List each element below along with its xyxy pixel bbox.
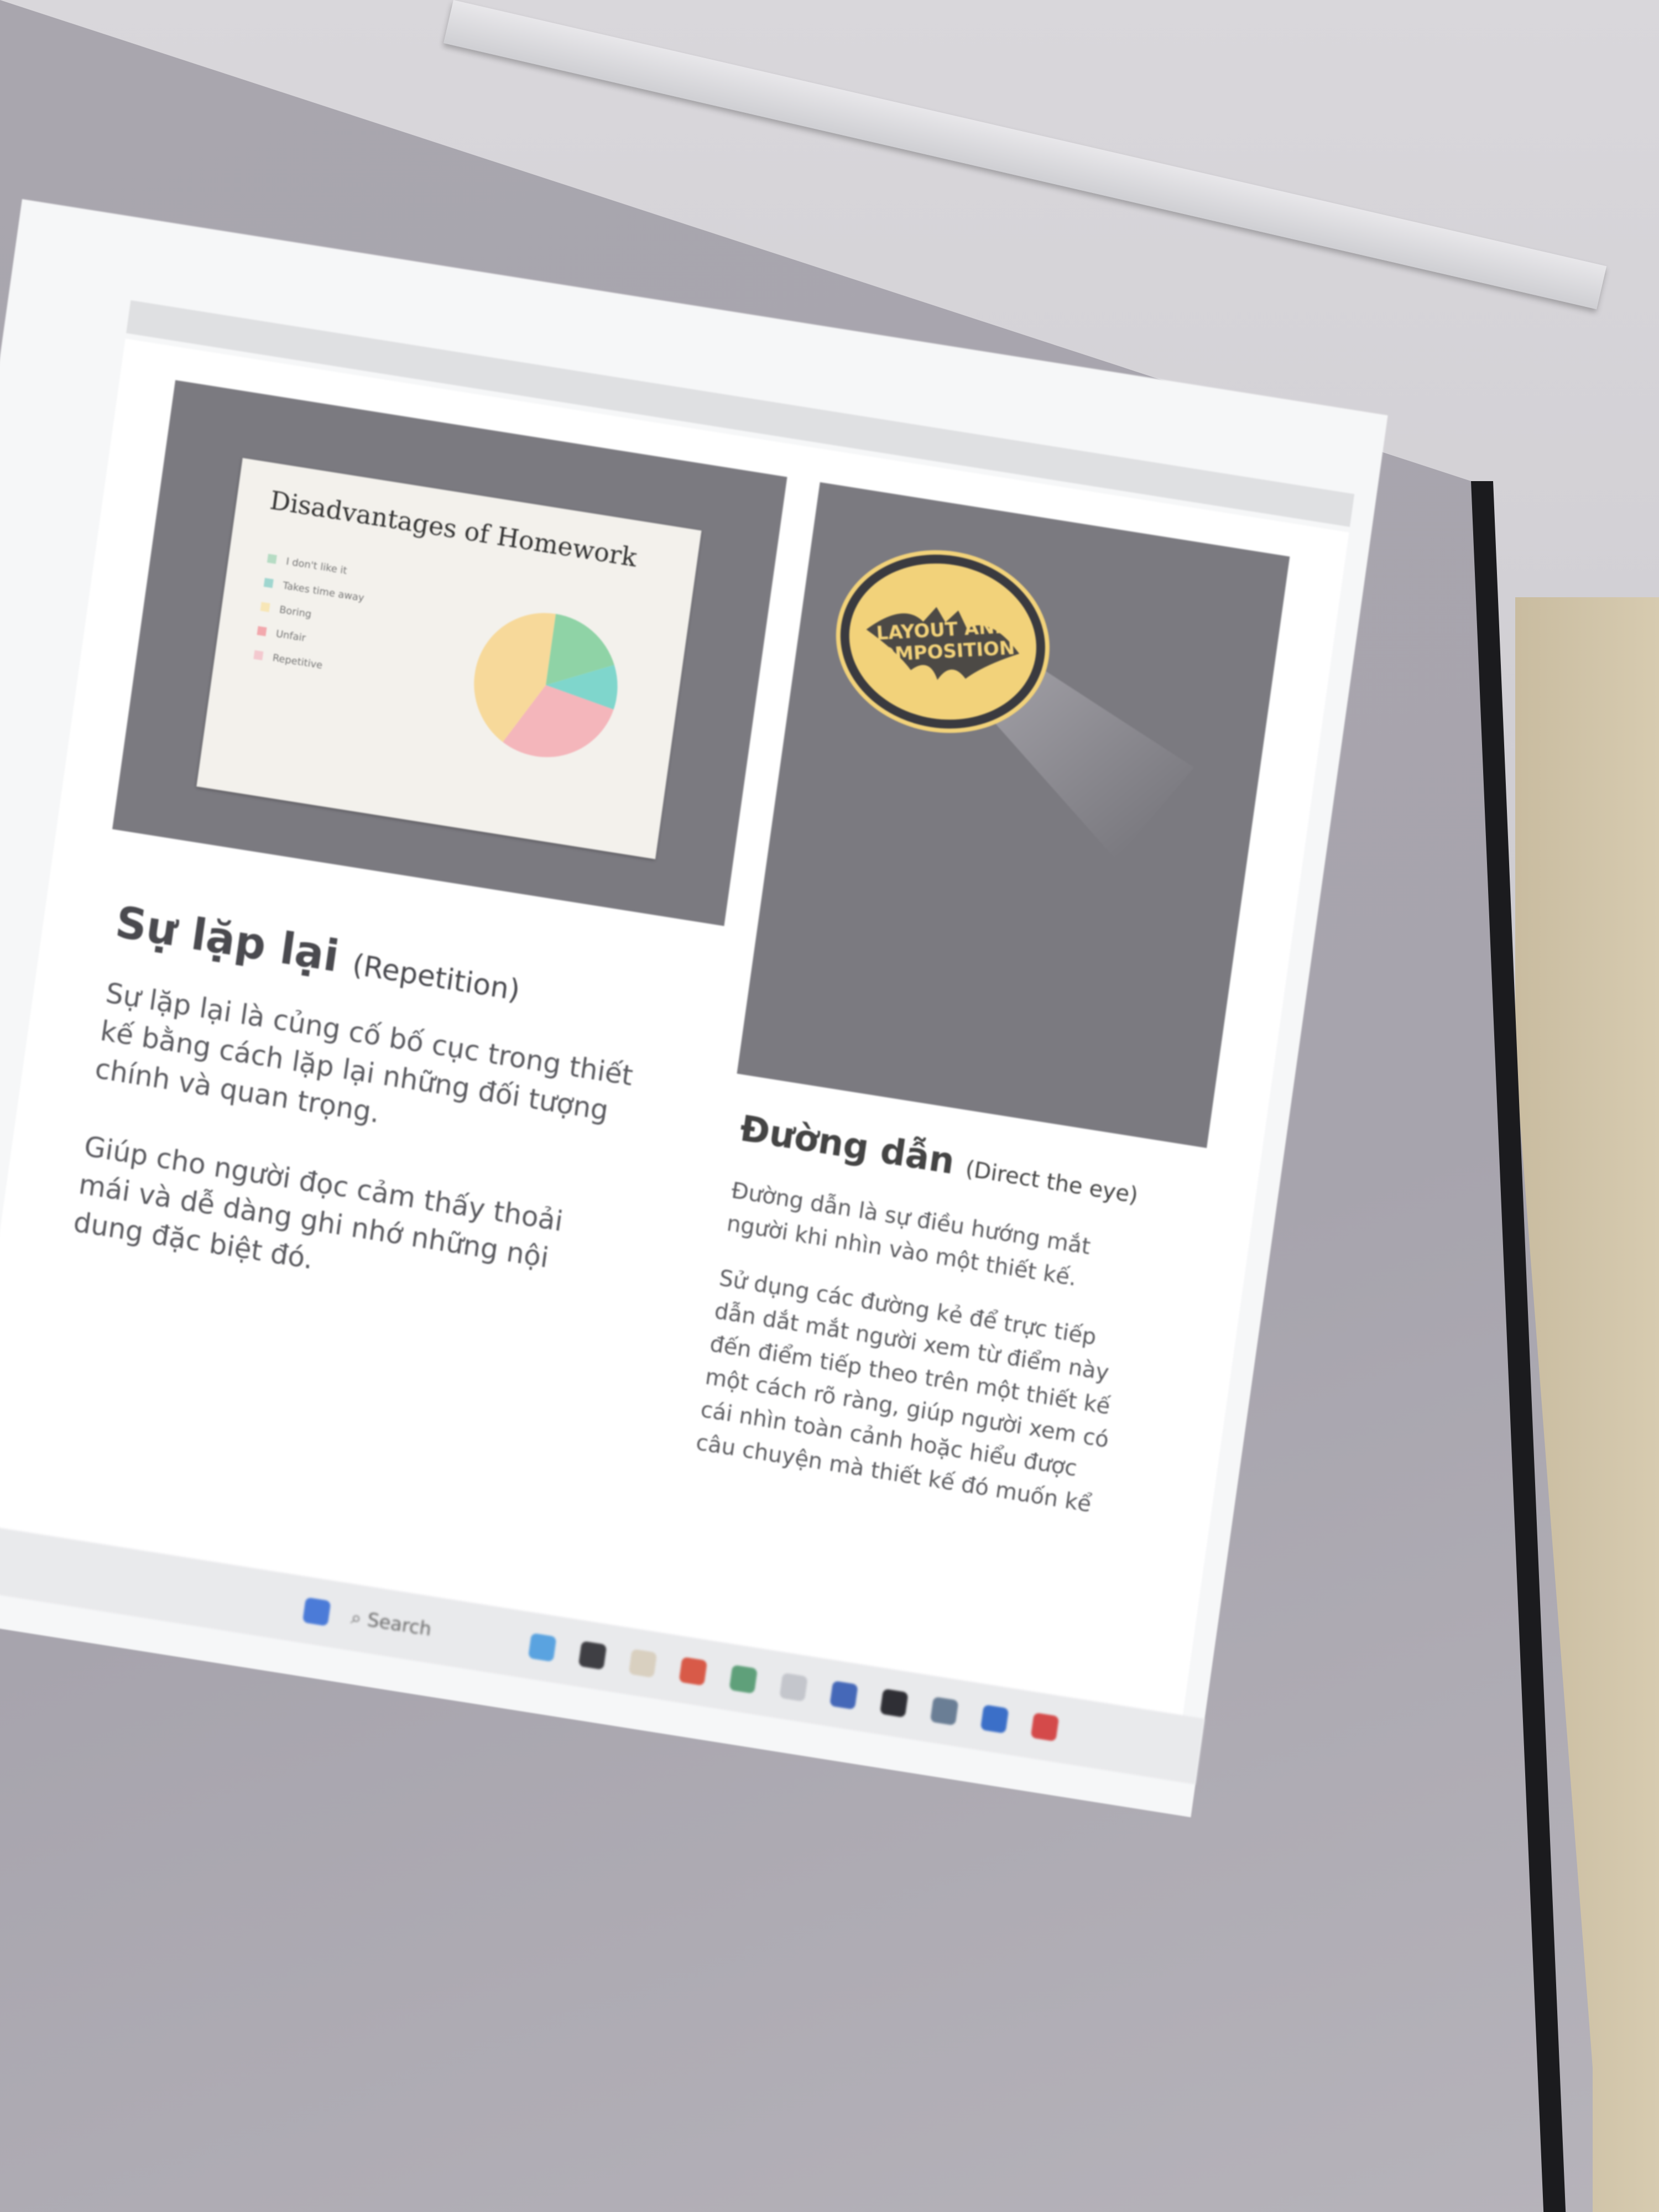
slide-canvas: Disadvantages of Homework I don't like i…	[0, 338, 1349, 1738]
legend-swatch	[260, 602, 270, 612]
file-explorer-icon[interactable]	[628, 1648, 658, 1678]
heading-direct-eye-sub: (Direct the eye)	[964, 1156, 1140, 1209]
windows-start-icon[interactable]	[302, 1597, 331, 1626]
widgets-icon[interactable]	[528, 1632, 557, 1662]
heading-repetition-sub: (Repetition)	[350, 948, 522, 1008]
legend-swatch	[253, 650, 264, 661]
app-icon[interactable]	[578, 1640, 607, 1670]
bat-signal-logo: LAYOUT AND COMPOSITION	[836, 550, 1050, 733]
legend-label: Unfair	[275, 627, 307, 644]
example-image-left: Disadvantages of Homework I don't like i…	[112, 380, 787, 926]
projected-slide: Disadvantages of Homework I don't like i…	[0, 199, 1442, 2056]
direct-eye-paragraph-2: Sử dụng các đường kẻ để trực tiếp dẫn dắ…	[694, 1265, 1112, 1517]
app-icon-5[interactable]	[879, 1688, 909, 1718]
pie-chart	[474, 613, 618, 758]
legend-label: I don't like it	[285, 555, 348, 577]
inner-slide: Disadvantages of Homework I don't like i…	[196, 458, 702, 859]
search-label: Search	[366, 1609, 433, 1641]
app-icon-7[interactable]	[980, 1704, 1009, 1734]
legend-swatch	[267, 554, 277, 564]
app-icon-6[interactable]	[930, 1696, 959, 1726]
heading-direct-eye-main: Đường dẫn	[737, 1108, 957, 1183]
chrome-icon[interactable]	[679, 1656, 707, 1686]
legend-swatch	[263, 578, 274, 588]
legend-swatch	[257, 626, 267, 637]
legend-label: Repetitive	[272, 651, 324, 671]
search-icon: ⌕	[349, 1606, 363, 1630]
taskbar-search[interactable]: ⌕ Search	[349, 1606, 432, 1641]
example-image-right: LAYOUT AND COMPOSITION	[737, 482, 1290, 1149]
app-icon-8[interactable]	[1030, 1712, 1060, 1742]
app-icon-2[interactable]	[728, 1665, 758, 1694]
app-icon-3[interactable]	[779, 1672, 808, 1702]
heading-repetition-main: Sự lặp lại	[112, 897, 342, 982]
app-icon-4[interactable]	[829, 1680, 858, 1710]
slide-frame: Disadvantages of Homework I don't like i…	[0, 199, 1388, 1818]
legend-label: Boring	[278, 603, 312, 620]
pie-legend: I don't like it Takes time away Boring Unfa…	[252, 546, 369, 682]
